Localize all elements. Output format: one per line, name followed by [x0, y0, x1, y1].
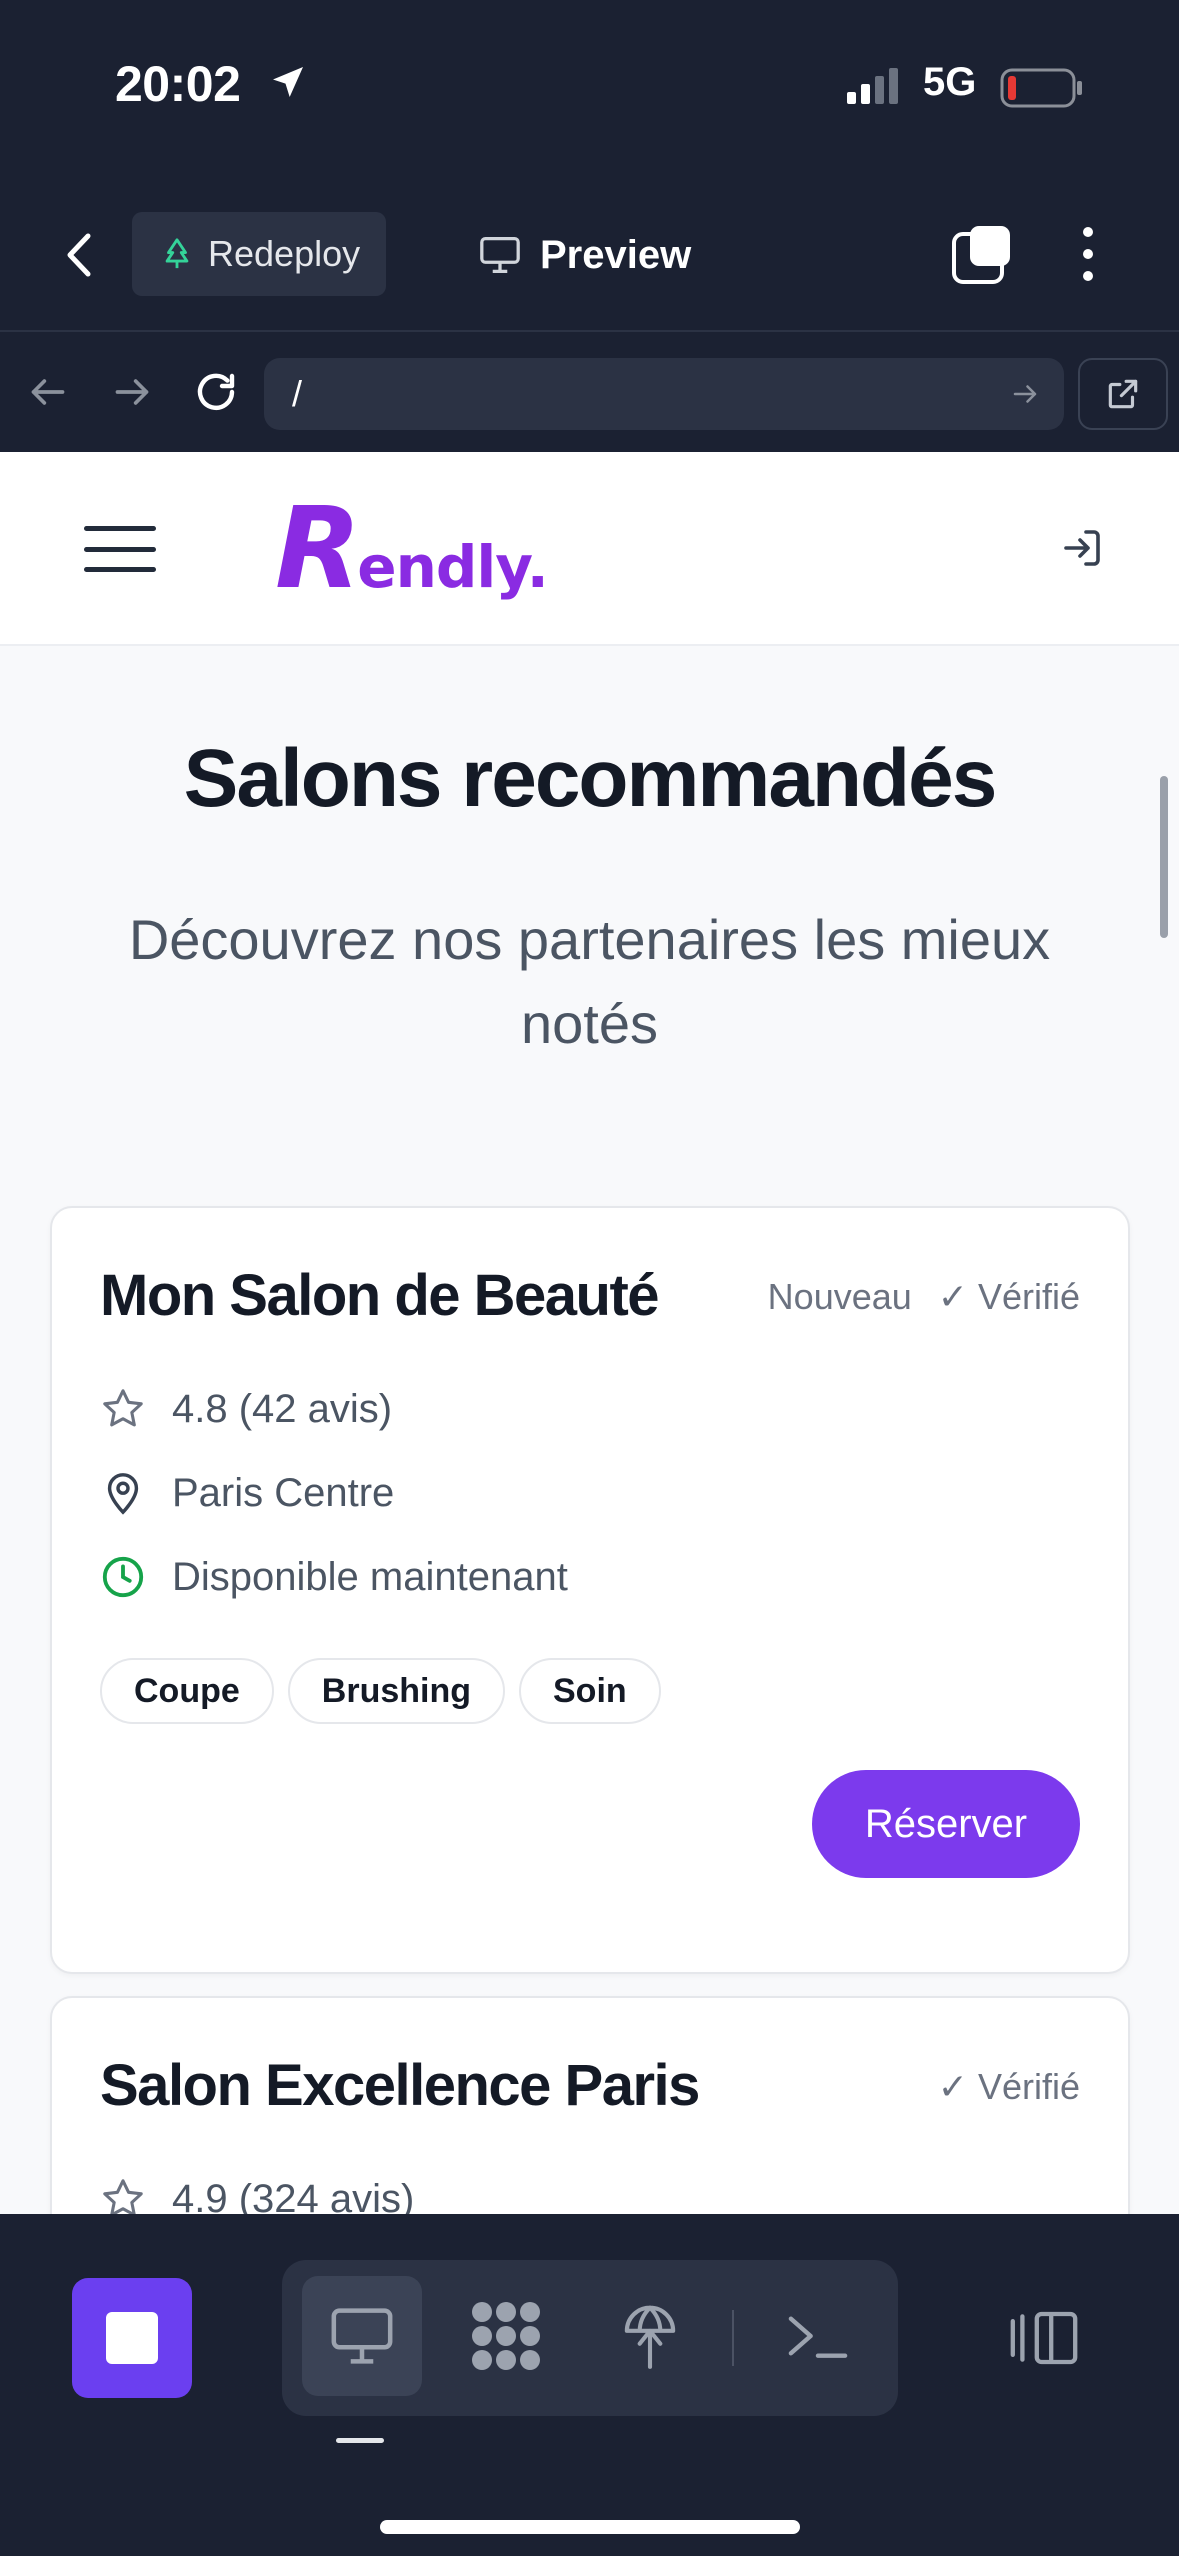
star-icon	[103, 1389, 143, 1427]
deploy-view-button[interactable]	[590, 2276, 710, 2396]
rating-text: 4.8 (42 avis)	[172, 1386, 393, 1431]
active-indicator	[336, 2438, 384, 2443]
reserve-button[interactable]: Réserver	[812, 1770, 1080, 1878]
location-arrow-icon	[268, 62, 308, 107]
more-options-icon[interactable]	[1080, 224, 1096, 289]
salon-card[interactable]: Salon Excellence Paris ✓ Vérifié 4.9 (32…	[50, 1996, 1130, 2214]
rendly-logo[interactable]: Rendly.	[275, 484, 549, 614]
battery-low-icon	[1000, 68, 1084, 113]
divider	[732, 2310, 734, 2366]
login-icon[interactable]	[1058, 524, 1106, 577]
preview-toolbar: Redeploy Preview	[0, 180, 1179, 330]
tag-coupe[interactable]: Coupe	[100, 1658, 274, 1724]
salon-name: Mon Salon de Beauté	[100, 1263, 660, 1328]
apps-view-button[interactable]	[446, 2276, 566, 2396]
back-chevron-icon[interactable]	[60, 230, 100, 285]
salon-location: Paris Centre	[100, 1470, 394, 1516]
clock-icon	[102, 1556, 144, 1598]
verified-badge: ✓ Vérifié	[937, 1276, 1080, 1317]
bottom-toolbar	[0, 2214, 1179, 2556]
hamburger-menu-icon[interactable]	[84, 526, 156, 572]
nav-back-icon[interactable]	[26, 372, 70, 417]
page-title: Salons recommandés	[183, 733, 998, 824]
scrollbar[interactable]	[1160, 776, 1168, 938]
status-time: 20:02	[115, 56, 241, 112]
rating-text: 4.9 (324 avis)	[172, 2176, 415, 2215]
tag-brushing[interactable]: Brushing	[287, 1658, 505, 1724]
terminal-icon	[788, 2316, 848, 2358]
salon-availability: Disponible maintenant	[100, 1554, 568, 1600]
web-preview: Rendly. Salons recommandés Découvrez nos…	[0, 452, 1179, 2214]
tag-soin[interactable]: Soin	[519, 1658, 661, 1724]
site-header: Rendly.	[0, 452, 1179, 646]
salon-card[interactable]: Mon Salon de Beauté Nouveau ✓ Vérifié 4.…	[50, 1206, 1130, 1974]
stop-button[interactable]	[72, 2278, 192, 2398]
open-external-icon[interactable]	[1078, 358, 1168, 430]
home-indicator[interactable]	[380, 2520, 800, 2534]
star-icon	[103, 2179, 143, 2214]
url-bar: /	[0, 330, 1179, 452]
preview-view-button[interactable]	[302, 2276, 422, 2396]
map-pin-icon	[107, 1473, 139, 1515]
redeploy-label: Redeploy	[208, 233, 361, 274]
stop-icon	[106, 2312, 158, 2364]
grid-blobs-icon	[472, 2302, 540, 2370]
location-text: Paris Centre	[172, 1470, 395, 1515]
salon-name: Salon Excellence Paris	[100, 2053, 700, 2118]
verified-badge: ✓ Vérifié	[937, 2066, 1080, 2107]
url-input[interactable]: /	[264, 358, 1064, 430]
status-bar: 20:02 5G	[0, 0, 1179, 180]
monitor-icon	[480, 236, 520, 273]
preview-label: Preview	[540, 232, 692, 277]
new-badge: Nouveau	[767, 1276, 912, 1317]
preview-button[interactable]: Preview	[478, 224, 691, 286]
url-text: /	[292, 373, 303, 414]
redeploy-button[interactable]: Redeploy	[132, 212, 386, 296]
monitor-icon	[331, 2308, 393, 2364]
signal-icon	[845, 66, 905, 111]
salon-badges: Nouveau ✓ Vérifié	[768, 1276, 1080, 1318]
nav-forward-icon[interactable]	[110, 372, 154, 417]
tree-icon	[165, 238, 189, 269]
split-view-icon[interactable]	[1008, 2308, 1080, 2373]
salon-rating: 4.8 (42 avis)	[100, 1386, 392, 1432]
terminal-view-button[interactable]	[758, 2276, 878, 2396]
globe-upload-icon	[624, 2305, 676, 2369]
network-type: 5G	[923, 60, 977, 104]
availability-text: Disponible maintenant	[172, 1554, 568, 1599]
go-arrow-icon[interactable]	[1010, 380, 1040, 408]
view-switcher	[282, 2260, 898, 2416]
salon-rating: 4.9 (324 avis)	[100, 2176, 414, 2214]
reload-icon[interactable]	[192, 368, 240, 421]
page-subtitle: Découvrez nos partenaires les mieux noté…	[128, 908, 1051, 1055]
tabs-icon[interactable]	[952, 224, 1014, 291]
salon-badges: ✓ Vérifié	[938, 2066, 1080, 2108]
service-tags: Coupe Brushing Soin	[100, 1658, 661, 1724]
